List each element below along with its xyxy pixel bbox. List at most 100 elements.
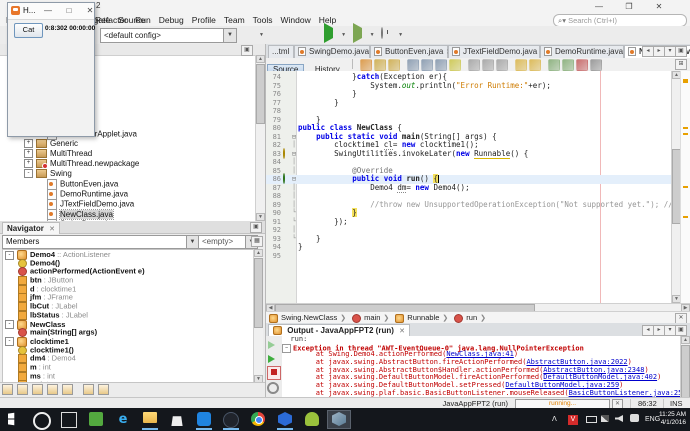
expand-icon[interactable]: +	[24, 139, 33, 149]
show-static-icon[interactable]	[32, 384, 43, 395]
menu-debug[interactable]: Debug	[155, 14, 188, 26]
run-button[interactable]	[324, 23, 339, 43]
expand-icon[interactable]: +	[24, 159, 33, 169]
previous-bookmark-icon[interactable]	[467, 59, 480, 71]
fold-icon[interactable]: ⊟	[290, 175, 298, 184]
stacktrace-link[interactable]: BasicButtonListener.java:252	[569, 389, 681, 397]
toggle-highlight-icon[interactable]	[448, 59, 461, 71]
task-view-icon[interactable]	[58, 411, 80, 428]
uncomment-icon[interactable]	[561, 59, 574, 71]
find-next-icon[interactable]	[420, 59, 433, 71]
build-button[interactable]	[271, 28, 286, 42]
battery-icon[interactable]	[584, 416, 599, 431]
android-app-icon[interactable]	[301, 411, 323, 428]
fold-icon[interactable]: │	[290, 167, 298, 176]
maximize-button[interactable]: ❐	[618, 0, 640, 13]
fold-icon[interactable]: │	[290, 184, 298, 193]
start-icon[interactable]	[4, 411, 26, 428]
show-inherited-icon[interactable]	[2, 384, 13, 395]
code-line-93[interactable]: 93 └ }	[266, 234, 690, 244]
minimize-button[interactable]: —	[41, 4, 55, 17]
tree-item-buttoneven-java[interactable]: ButtonEven.java	[2, 179, 254, 190]
breadcrumb-item-run[interactable]: run	[454, 313, 477, 323]
expand-icon[interactable]: +	[24, 149, 33, 159]
back-icon[interactable]	[373, 59, 386, 71]
breadcrumb-item-main[interactable]: main	[352, 313, 380, 323]
maximize-button[interactable]: □	[62, 4, 76, 17]
tree-item-newclass-java[interactable]: NewClass.java	[2, 208, 254, 220]
menu-profile[interactable]: Profile	[188, 14, 220, 26]
floating-window-titlebar[interactable]: H... — □ ✕	[8, 3, 94, 20]
fold-icon[interactable]: ⊟	[290, 133, 298, 142]
menu-window[interactable]: Window	[277, 14, 315, 26]
comment-icon[interactable]	[547, 59, 560, 71]
chrome-icon[interactable]	[247, 411, 269, 428]
config-select[interactable]: ▼ <default config>	[100, 28, 237, 43]
green-app-icon[interactable]	[85, 411, 107, 428]
network-icon[interactable]	[599, 415, 611, 431]
fold-icon[interactable]: │	[290, 141, 298, 150]
editor-tab-swingdemo-java[interactable]: SwingDemo.java✕	[294, 45, 378, 58]
maximize-panel-icon[interactable]: ▣	[675, 325, 687, 336]
float-window-icon[interactable]: ▣	[241, 45, 253, 56]
run-macro-icon[interactable]	[575, 59, 588, 71]
code-line-87[interactable]: 87 │ Demo4 dm= new Demo4();	[266, 182, 690, 193]
close-icon[interactable]: ✕	[49, 226, 55, 233]
toggle-bookmark-icon[interactable]	[495, 59, 508, 71]
navigator-settings-icon[interactable]: ▦	[251, 236, 263, 247]
minimize-button[interactable]: —	[588, 0, 610, 13]
show-public-only-icon[interactable]	[47, 384, 58, 395]
menu-run[interactable]: Run	[131, 14, 155, 26]
code-line-78[interactable]: 78	[266, 107, 690, 116]
collapse-icon[interactable]: -	[24, 169, 33, 179]
scroll-up-icon[interactable]: ▲	[254, 249, 263, 257]
tab-navigator[interactable]: Navigator ✕	[2, 222, 61, 234]
cat-button[interactable]: Cat	[14, 23, 43, 38]
navigator-item-lbstatus[interactable]: lbStatus : JLabel	[3, 310, 255, 320]
debug-button[interactable]	[352, 23, 368, 43]
find-selection-icon[interactable]	[406, 59, 419, 71]
projects-scrollbar[interactable]: ▲ ▼	[255, 55, 265, 221]
cortana-icon[interactable]	[31, 411, 53, 430]
override-glyph-icon[interactable]	[283, 173, 285, 184]
maximize-editor-icon[interactable]: ▣	[675, 46, 687, 57]
edge-icon[interactable]: e	[112, 411, 134, 428]
dark-app-icon[interactable]	[220, 411, 242, 430]
navigator-item-main-string-args-[interactable]: main(String[] args)	[3, 328, 255, 338]
code-line-77[interactable]: 77 }	[266, 98, 690, 108]
clean-build-button[interactable]	[292, 28, 307, 42]
editor-tab-jtextfielddemo-java[interactable]: JTextFieldDemo.java✕	[448, 45, 546, 58]
store-icon[interactable]	[166, 411, 188, 428]
menu-refactor[interactable]: Refactor	[91, 14, 131, 26]
editor-plus-icon[interactable]: ⊞	[675, 59, 687, 70]
members-select[interactable]: ▼ Members	[2, 235, 199, 249]
file-explorer-icon[interactable]	[139, 411, 161, 430]
clock[interactable]: 11:25 AM 4/1/2016	[659, 411, 686, 427]
stop-button[interactable]	[267, 366, 281, 380]
blue-cube-app-icon[interactable]	[274, 411, 296, 430]
show-non-public-icon[interactable]	[62, 384, 73, 395]
output-settings-button[interactable]	[267, 382, 279, 394]
find-previous-icon[interactable]	[434, 59, 447, 71]
show-fields-icon[interactable]	[17, 384, 28, 395]
menu-tools[interactable]: Tools	[249, 14, 277, 26]
deploy-button[interactable]	[242, 28, 257, 42]
scope-select[interactable]: ▼ <empty>	[198, 235, 258, 249]
next-bookmark-icon[interactable]	[481, 59, 494, 71]
output-line[interactable]: run:	[282, 336, 681, 344]
chat-tray-icon[interactable]	[628, 414, 641, 431]
last-edit-icon[interactable]	[359, 59, 372, 71]
code-line-94[interactable]: 94}	[266, 242, 690, 252]
close-button[interactable]: ✕	[83, 4, 97, 17]
volume-icon[interactable]	[613, 415, 625, 431]
rerun-with-args-button[interactable]	[267, 352, 279, 364]
profile-button[interactable]	[381, 27, 396, 42]
scroll-up-icon[interactable]: ▲	[256, 55, 265, 63]
fold-icon[interactable]: │	[290, 192, 298, 201]
rerun-button[interactable]	[267, 338, 279, 350]
tree-item-swing[interactable]: - Swing	[2, 169, 254, 179]
tree-item-multithread[interactable]: + MultiThread	[2, 149, 254, 159]
code-line-91[interactable]: 91 └ });	[266, 217, 690, 227]
menu-team[interactable]: Team	[220, 14, 249, 26]
fold-icon[interactable]: │	[290, 158, 298, 167]
